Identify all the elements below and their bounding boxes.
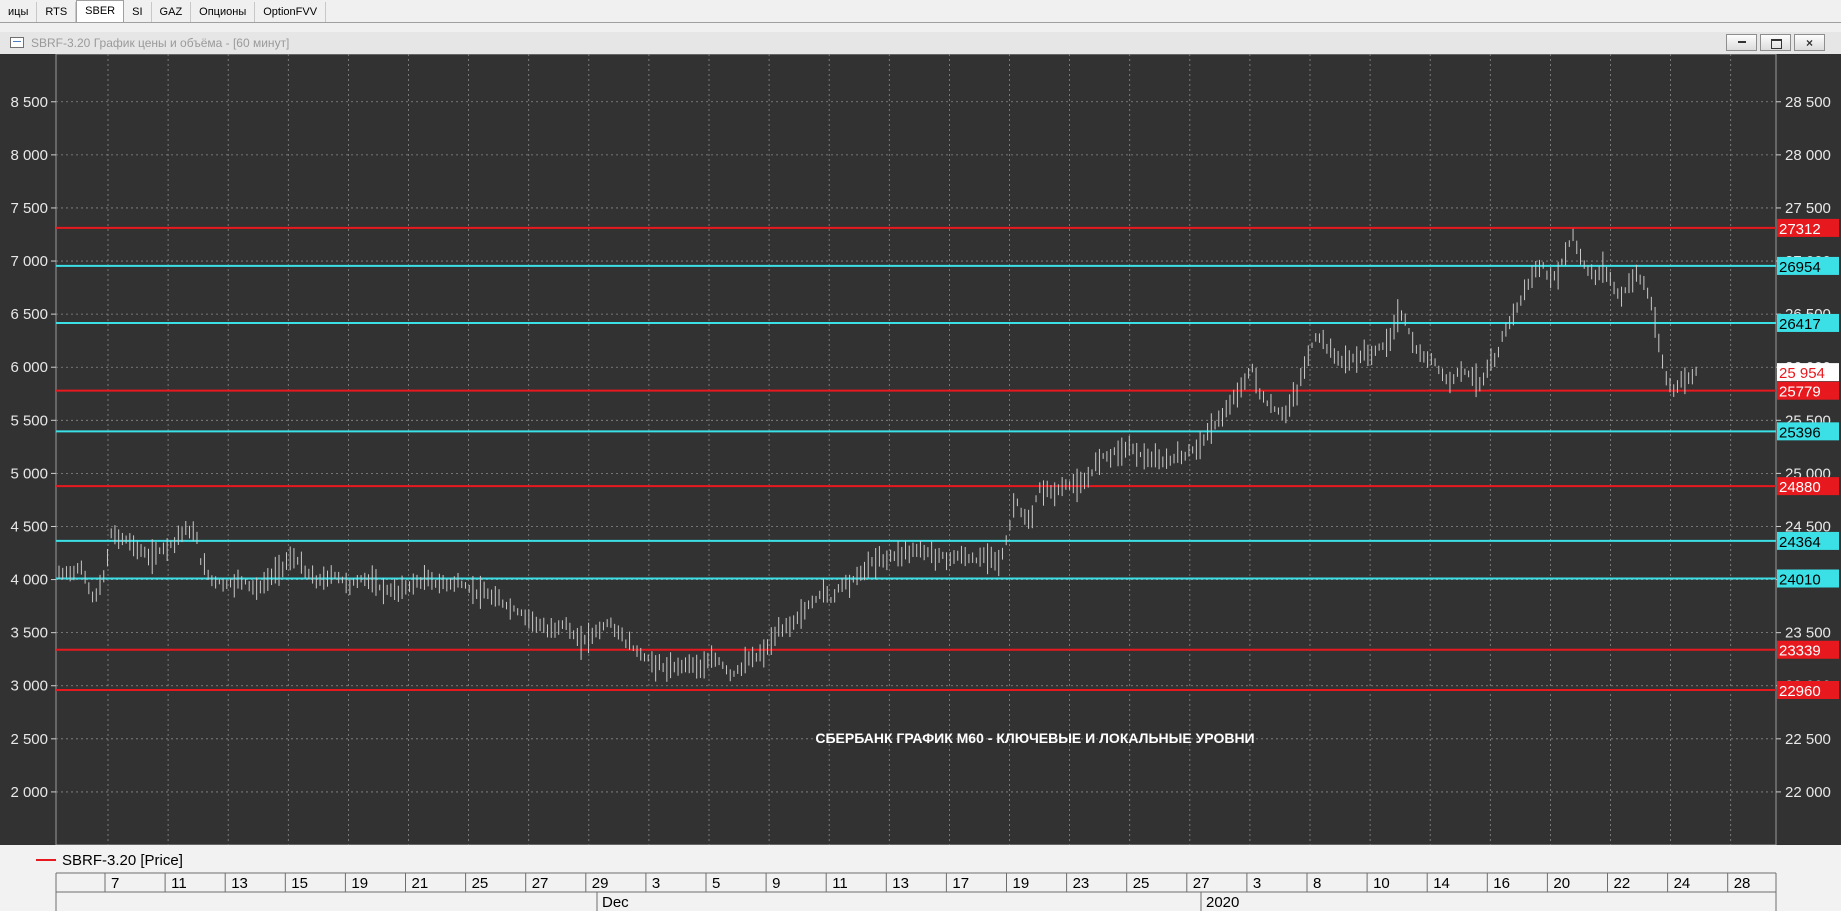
window-title: SBRF-3.20 График цены и объёма - [60 мин… (31, 36, 290, 50)
level-label-23339: 23339 (1779, 643, 1821, 660)
y-tick-label-left: 5 500 (10, 412, 48, 429)
x-tick-label: 13 (231, 875, 248, 892)
left-axis-panel (0, 54, 56, 845)
tab-bar: ицы RTS SBER SI GAZ Опционы OptionFVV (0, 0, 1841, 23)
y-tick-label-left: 2 000 (10, 784, 48, 801)
x-tick-label: 16 (1493, 875, 1510, 892)
y-tick-label-left: 8 500 (10, 94, 48, 111)
x-tick-label: 7 (111, 875, 119, 892)
level-label-25779: 25779 (1779, 384, 1821, 401)
price-chart: 2 00022 0002 50022 5003 00023 0003 50023… (0, 54, 1841, 911)
y-tick-label-left: 4 000 (10, 572, 48, 589)
y-tick-label-left: 2 500 (10, 731, 48, 748)
x-tick-label: 27 (532, 875, 549, 892)
x-tick-label: 20 (1553, 875, 1570, 892)
x-tick-label: 22 (1614, 875, 1631, 892)
level-label-24010: 24010 (1779, 572, 1821, 589)
x-tick-label: 9 (772, 875, 780, 892)
level-label-26417: 26417 (1779, 316, 1821, 333)
y-tick-label-left: 4 500 (10, 518, 48, 535)
right-axis-panel (1776, 54, 1841, 845)
close-button[interactable]: × (1794, 34, 1825, 51)
y-tick-label-left: 6 500 (10, 306, 48, 323)
maximize-button[interactable] (1760, 34, 1791, 51)
level-label-24364: 24364 (1779, 534, 1821, 551)
y-tick-label-left: 8 000 (10, 147, 48, 164)
x-tick-label: 21 (412, 875, 429, 892)
y-tick-label-left: 7 500 (10, 200, 48, 217)
level-label-27312: 27312 (1779, 221, 1821, 238)
tab-options[interactable]: Опционы (191, 2, 256, 22)
tab-rts[interactable]: RTS (37, 2, 77, 22)
x-tick-label: 19 (1013, 875, 1030, 892)
y-tick-label-right: 28 000 (1785, 147, 1831, 164)
chart-title: СБЕРБАНК ГРАФИК М60 - КЛЮЧЕВЫЕ И ЛОКАЛЬН… (815, 730, 1254, 746)
y-tick-label-right: 22 500 (1785, 731, 1831, 748)
x-tick-label: 5 (712, 875, 720, 892)
x-tick-label: 25 (1133, 875, 1150, 892)
chart-window-icon (10, 37, 24, 48)
x-tick-label: 19 (351, 875, 368, 892)
y-tick-label-left: 3 000 (10, 678, 48, 695)
x-tick-label: 8 (1313, 875, 1321, 892)
y-tick-label-right: 22 000 (1785, 784, 1831, 801)
x-tick-label: 23 (1073, 875, 1090, 892)
x-tick-label: 25 (472, 875, 489, 892)
x-tick-label: 14 (1433, 875, 1450, 892)
x-tick-label: 10 (1373, 875, 1390, 892)
x-tick-label: 13 (892, 875, 909, 892)
x-month-label: 2020 (1206, 894, 1239, 911)
legend-label: SBRF-3.20 [Price] (62, 852, 183, 869)
level-label-24880: 24880 (1779, 479, 1821, 496)
y-tick-label-left: 3 500 (10, 625, 48, 642)
minimize-button[interactable] (1726, 34, 1757, 51)
x-tick-label: 11 (171, 875, 187, 892)
plot-area (55, 54, 1777, 846)
level-label-25396: 25396 (1779, 424, 1821, 441)
tab-si[interactable]: SI (124, 2, 152, 22)
x-tick-label: 3 (1253, 875, 1261, 892)
x-tick-label: 17 (952, 875, 969, 892)
chart-window-titlebar: SBRF-3.20 График цены и объёма - [60 мин… (0, 32, 1841, 55)
y-tick-label-left: 6 000 (10, 359, 48, 376)
y-tick-label-right: 23 500 (1785, 625, 1831, 642)
x-month-label: Dec (602, 894, 629, 911)
y-tick-label-right: 28 500 (1785, 94, 1831, 111)
y-tick-label-right: 27 500 (1785, 200, 1831, 217)
level-label-22960: 22960 (1779, 683, 1821, 700)
y-tick-label-left: 7 000 (10, 253, 48, 270)
x-tick-label: 15 (291, 875, 308, 892)
tab-sber[interactable]: SBER (76, 0, 125, 22)
level-label-26954: 26954 (1779, 259, 1821, 276)
x-tick-label: 3 (652, 875, 660, 892)
x-tick-label: 24 (1674, 875, 1691, 892)
last-price-label: 25 954 (1779, 365, 1825, 382)
x-tick-label: 28 (1734, 875, 1751, 892)
x-tick-label: 27 (1193, 875, 1210, 892)
y-tick-label-left: 5 000 (10, 465, 48, 482)
x-tick-label: 29 (592, 875, 609, 892)
tab-gaz[interactable]: GAZ (152, 2, 192, 22)
x-tick-label: 11 (832, 875, 848, 892)
tab-optionfvv[interactable]: OptionFVV (255, 2, 327, 22)
tab-0[interactable]: ицы (0, 2, 38, 22)
